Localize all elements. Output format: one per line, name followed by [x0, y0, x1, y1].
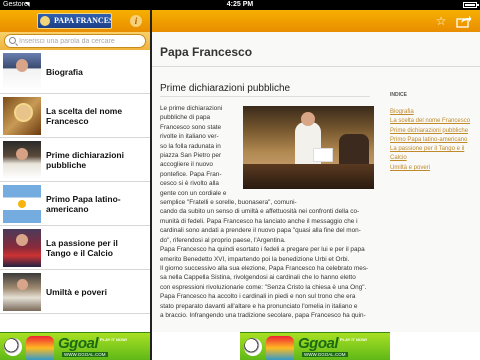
sidebar-item-prime-dichiarazioni[interactable]: Prime dichiarazioni pubbliche	[0, 138, 150, 182]
search-icon	[9, 37, 16, 44]
status-bar: Gestore ◥ 4:25 PM	[0, 0, 480, 10]
index-link-prime-dichiarazioni[interactable]: Prime dichiarazioni pubbliche	[390, 127, 475, 136]
sidebar-item-umilta-poveri[interactable]: Umiltà e poveri	[0, 270, 150, 314]
sidebar-item-label: La scelta del nome Francesco	[46, 105, 123, 126]
article-line: Papa Francesco ha accolto i cardinali in…	[160, 293, 356, 301]
index-link-biografia[interactable]: Biografia	[390, 108, 475, 117]
sidebar-item-label: Umiltà e poveri	[46, 286, 107, 297]
ad-banner-right[interactable]: Ggoal PLAY IT NOW! WWW.GGOAL.COM	[240, 332, 390, 360]
ad-banner-left[interactable]: Ggoal PLAY IT NOW! WWW.GGOAL.COM	[0, 332, 150, 360]
dichiarazioni-thumbnail	[3, 140, 41, 179]
biografia-thumbnail	[3, 52, 41, 91]
sidebar-item-label: Biografia	[46, 66, 83, 77]
ad-tagline: PLAY IT NOW!	[100, 337, 128, 342]
detail-panel: ☆ Papa Francesco Prime dichiarazioni pub…	[152, 10, 480, 360]
sidebar-item-scelta-nome[interactable]: La scelta del nome Francesco	[0, 94, 150, 138]
football-icon	[4, 338, 22, 356]
article-line: a braccio. Infrangendo una tradizione se…	[160, 311, 366, 319]
article-view[interactable]: Papa Francesco Prime dichiarazioni pubbl…	[152, 32, 480, 332]
sidebar-item-label: Prime dichiarazioni pubbliche	[46, 149, 124, 170]
search-box[interactable]	[4, 34, 146, 48]
ad-brand: Ggoal	[58, 335, 99, 352]
article-line: con espressioni rivoluzionarie come: "Se…	[160, 283, 367, 291]
ad-url: WWW.GGOAL.COM	[302, 352, 348, 357]
pope-photo	[243, 106, 374, 189]
ad-tagline: PLAY IT NOW!	[340, 337, 368, 342]
detail-toolbar: ☆	[152, 10, 480, 32]
page-title: Papa Francesco	[160, 45, 253, 59]
sidebar-item-tango-calcio[interactable]: La passione per il Tango e il Calcio	[0, 226, 150, 270]
app-logo: PAPA FRANCESCO	[37, 13, 112, 29]
san-francesco-thumbnail	[3, 96, 41, 135]
argentina-flag-thumbnail	[3, 184, 41, 223]
article-line: Papa Francesco ha quindi esortato i fede…	[160, 246, 365, 254]
article-body: Le prime dichiarazioni pubbliche di papa F…	[160, 104, 374, 320]
index-panel: INDICE Biografia La scelta del nome Fran…	[390, 92, 475, 173]
tango-calcio-thumbnail	[3, 228, 41, 267]
favorite-star-icon[interactable]: ☆	[434, 14, 448, 28]
index-link-scelta-nome[interactable]: La scelta del nome Francesco	[390, 117, 475, 126]
share-icon[interactable]	[456, 14, 472, 28]
ad-brand: Ggoal	[298, 335, 339, 352]
article-line: sa nella Cappella Sistina, rivolgendosi …	[160, 274, 356, 282]
logo-text: PAPA FRANCESCO	[54, 16, 111, 25]
article-line: Il giorno successivo alla sua elezione, …	[160, 264, 369, 272]
sidebar-item-label: Primo Papa latino-americano	[46, 193, 121, 214]
ad-url: WWW.GGOAL.COM	[62, 352, 108, 357]
article-line: cardinali sono andati a prendere il nuov…	[160, 227, 361, 235]
index-title: INDICE	[390, 92, 407, 98]
section-title: Prime dichiarazioni pubbliche	[160, 83, 291, 94]
sidebar-item-label: La passione per il Tango e il Calcio	[46, 237, 118, 258]
search-input[interactable]	[19, 35, 139, 47]
battery-icon	[463, 2, 479, 8]
index-link-calcio[interactable]: Calcio	[390, 154, 475, 163]
info-button[interactable]: i	[130, 15, 142, 27]
clock: 4:25 PM	[226, 1, 254, 8]
article-line: emerito Benedetto XVI, impartendo poi la…	[160, 255, 350, 263]
sidebar-item-primo-papa-latino[interactable]: Primo Papa latino-americano	[0, 182, 150, 226]
sidebar: PAPA FRANCESCO i Biografia La scelta del…	[0, 10, 150, 360]
index-link-primo-papa-latino[interactable]: Primo Papa latino-americano	[390, 136, 475, 145]
umilta-thumbnail	[3, 272, 41, 311]
index-link-tango[interactable]: La passione per il Tango e il	[390, 145, 475, 154]
football-icon	[244, 338, 262, 356]
ad-mascot	[26, 336, 54, 360]
article-line: do", riferendosi al proprio paese, l'Arg…	[160, 236, 286, 244]
papal-emblem-icon	[40, 16, 50, 26]
section-divider	[160, 96, 370, 97]
index-link-umilta-poveri[interactable]: Umiltà e poveri	[390, 164, 475, 173]
title-divider	[152, 66, 480, 67]
sidebar-header: PAPA FRANCESCO i	[0, 10, 150, 32]
search-bar	[0, 32, 150, 50]
article-line: munità di fedeli. Papa Francesco ha lanc…	[160, 217, 358, 225]
article-line: gente con un cordiale e semplice "Fratel…	[160, 189, 297, 207]
ad-mascot	[266, 336, 294, 360]
article-line: cando da subito un senso di umiltà e aff…	[160, 208, 360, 216]
sidebar-item-biografia[interactable]: Biografia	[0, 50, 150, 94]
article-line: stato preparato davanti all'altare e ha …	[160, 302, 358, 310]
